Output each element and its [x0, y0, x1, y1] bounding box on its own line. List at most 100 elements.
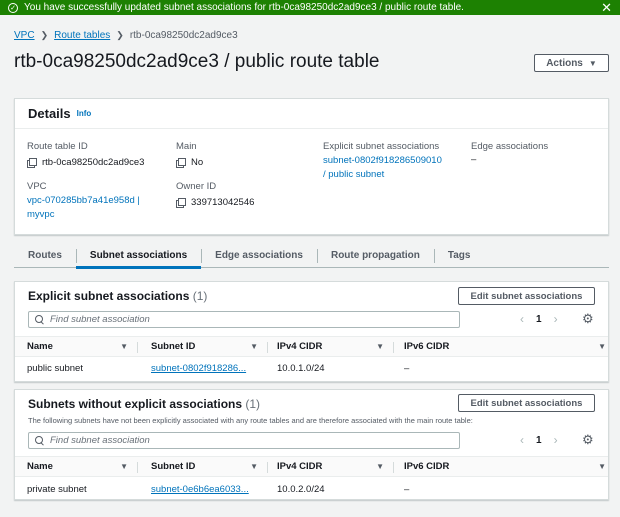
sort-caret-icon: ▼: [376, 342, 384, 351]
details-header: Details Info: [15, 99, 608, 129]
breadcrumb-route-tables[interactable]: Route tables: [54, 30, 110, 41]
details-title: Details: [28, 106, 71, 121]
page-number[interactable]: 1: [536, 435, 542, 446]
gear-icon[interactable]: ⚙: [582, 432, 594, 448]
section-title: Explicit subnet associations (1): [28, 289, 207, 303]
explicit-associations-panel: Explicit subnet associations (1) Edit su…: [14, 281, 609, 382]
without-explicit-panel: Subnets without explicit associations (1…: [14, 389, 609, 500]
explicit-associations-label: Explicit subnet associations: [323, 141, 440, 152]
section-description: The following subnets have not been expl…: [28, 416, 473, 425]
edge-associations-value: –: [471, 154, 477, 165]
sort-caret-icon: ▼: [120, 342, 128, 351]
chevron-left-icon[interactable]: ‹: [520, 433, 524, 447]
chevron-right-icon[interactable]: ›: [554, 312, 558, 326]
cell-ipv4: 10.0.2.0/24: [277, 483, 325, 495]
edge-associations-field: Edge associations –: [471, 141, 548, 165]
success-flash-bar: ✓ You have successfully updated subnet a…: [0, 0, 620, 15]
page-number[interactable]: 1: [536, 314, 542, 325]
cell-subnet-id-link[interactable]: subnet-0802f918286...: [151, 363, 246, 374]
edge-associations-label: Edge associations: [471, 141, 549, 152]
sort-caret-icon: ▼: [250, 462, 258, 471]
breadcrumb-vpc[interactable]: VPC: [14, 30, 35, 41]
route-table-id-value: rtb-0ca98250dc2ad9ce3: [42, 157, 145, 168]
copy-icon[interactable]: [176, 158, 186, 168]
breadcrumb-current: rtb-0ca98250dc2ad9ce3: [129, 30, 238, 41]
col-ipv4[interactable]: IPv4 CIDR ▼: [277, 457, 394, 476]
main-field: Main No: [176, 141, 203, 168]
chevron-left-icon[interactable]: ‹: [520, 312, 524, 326]
edit-subnet-associations-button[interactable]: Edit subnet associations: [458, 287, 595, 305]
owner-id-value: 339713042546: [191, 197, 255, 208]
sort-caret-icon: ▼: [250, 342, 258, 351]
sort-caret-icon: ▼: [598, 342, 606, 351]
breadcrumb: VPC ❯ Route tables ❯ rtb-0ca98250dc2ad9c…: [14, 30, 238, 41]
tab-route-propagation[interactable]: Route propagation: [316, 244, 434, 267]
route-table-id-field: Route table ID rtb-0ca98250dc2ad9ce3: [27, 141, 144, 168]
owner-id-field: Owner ID 339713042546: [176, 181, 254, 208]
page-title: rtb-0ca98250dc2ad9ce3 / public route tab…: [14, 51, 380, 72]
pagination: ‹ 1 ›: [520, 312, 558, 326]
vpc-label: VPC: [27, 181, 47, 192]
explicit-subnet-link-line1[interactable]: subnet-0802f918286509010: [323, 154, 442, 168]
vpc-link-line2[interactable]: myvpc: [27, 208, 140, 222]
check-circle-icon: ✓: [8, 2, 18, 13]
main-label: Main: [176, 141, 197, 152]
table-row: private subnet subnet-0e6b6ea6033... 10.…: [15, 479, 608, 499]
section-count: (1): [245, 397, 261, 411]
gear-icon[interactable]: ⚙: [582, 311, 594, 327]
sort-caret-icon: ▼: [120, 462, 128, 471]
section-count: (1): [192, 289, 208, 303]
info-link[interactable]: Info: [77, 109, 92, 118]
search-icon: [35, 436, 44, 445]
col-name[interactable]: Name ▼: [27, 337, 138, 356]
cell-ipv6: –: [404, 362, 410, 374]
tab-subnet-associations[interactable]: Subnet associations: [75, 244, 202, 269]
caret-down-icon: ▼: [588, 58, 597, 68]
section-title: Subnets without explicit associations (1…: [28, 397, 260, 411]
col-ipv6[interactable]: IPv6 CIDR ▼: [404, 457, 606, 476]
edit-subnet-associations-button[interactable]: Edit subnet associations: [458, 394, 595, 412]
col-name[interactable]: Name ▼: [27, 457, 138, 476]
close-icon[interactable]: ✕: [601, 0, 612, 15]
search-icon: [35, 315, 44, 324]
tab-tags[interactable]: Tags: [433, 244, 485, 267]
explicit-associations-field: Explicit subnet associations subnet-0802…: [323, 141, 442, 182]
search-placeholder: Find subnet association: [50, 435, 150, 446]
search-input[interactable]: Find subnet association: [28, 432, 460, 449]
explicit-subnet-link-line2[interactable]: / public subnet: [323, 168, 442, 182]
col-ipv6[interactable]: IPv6 CIDR ▼: [404, 337, 606, 356]
col-ipv4[interactable]: IPv4 CIDR ▼: [277, 337, 394, 356]
chevron-right-icon[interactable]: ›: [554, 433, 558, 447]
section-title-text: Explicit subnet associations: [28, 289, 190, 303]
vpc-link-line1[interactable]: vpc-070285bb7a41e958d |: [27, 194, 140, 208]
chevron-right-icon: ❯: [40, 30, 49, 40]
actions-button[interactable]: Actions ▼: [534, 54, 609, 72]
col-subnet-id[interactable]: Subnet ID ▼: [151, 457, 268, 476]
main-value: No: [191, 157, 204, 168]
details-panel: Details Info Route table ID rtb-0ca98250…: [14, 98, 609, 235]
search-placeholder: Find subnet association: [50, 314, 150, 325]
tab-bar: Routes Subnet associations Edge associat…: [14, 244, 609, 269]
owner-id-label: Owner ID: [176, 181, 217, 192]
cell-ipv6: –: [404, 483, 410, 495]
flash-message: You have successfully updated subnet ass…: [24, 2, 464, 13]
cell-name: private subnet: [27, 483, 87, 495]
search-input[interactable]: Find subnet association: [28, 311, 460, 328]
pagination: ‹ 1 ›: [520, 433, 558, 447]
sort-caret-icon: ▼: [376, 462, 384, 471]
table-header: Name ▼ Subnet ID ▼ IPv4 CIDR ▼ IPv6 CIDR ▼: [15, 456, 608, 477]
section-title-text: Subnets without explicit associations: [28, 397, 243, 411]
actions-label: Actions: [546, 57, 583, 69]
route-table-id-label: Route table ID: [27, 141, 88, 152]
table-row: public subnet subnet-0802f918286... 10.0…: [15, 358, 608, 378]
vpc-field: VPC vpc-070285bb7a41e958d | myvpc: [27, 181, 140, 222]
cell-name: public subnet: [27, 362, 83, 374]
tab-routes[interactable]: Routes: [14, 244, 76, 267]
tab-edge-associations[interactable]: Edge associations: [201, 244, 317, 267]
cell-ipv4: 10.0.1.0/24: [277, 362, 325, 374]
cell-subnet-id-link[interactable]: subnet-0e6b6ea6033...: [151, 484, 249, 495]
col-subnet-id[interactable]: Subnet ID ▼: [151, 337, 268, 356]
copy-icon[interactable]: [176, 198, 186, 208]
copy-icon[interactable]: [27, 158, 37, 168]
sort-caret-icon: ▼: [598, 462, 606, 471]
